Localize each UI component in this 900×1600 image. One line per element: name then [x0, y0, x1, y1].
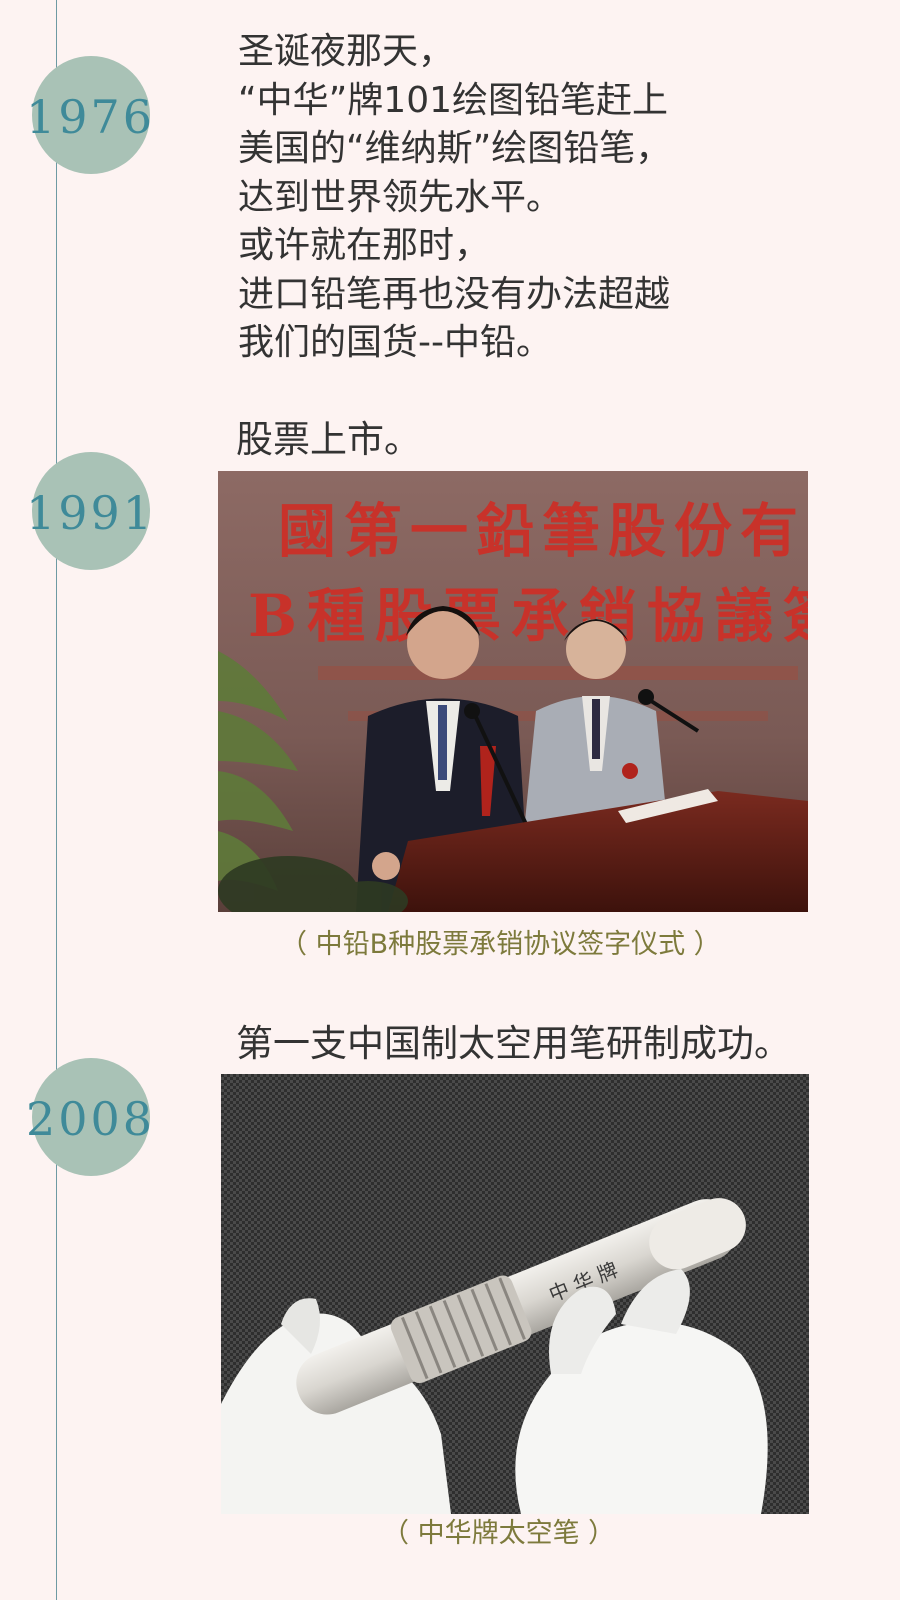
- space-pen-photo: 中华牌: [221, 1074, 809, 1514]
- signing-ceremony-photo: 國第一鉛筆股份有限 B種股票承銷協議簽字: [218, 471, 808, 912]
- milestone-heading-2008: 第一支中国制太空用笔研制成功。: [236, 1022, 791, 1065]
- caption-2008: （ 中华牌太空笔 ）: [382, 1518, 616, 1549]
- caption-1991: （ 中铅B种股票承销协议签字仪式 ）: [280, 929, 721, 960]
- milestone-heading-1991: 股票上市。: [236, 418, 421, 461]
- banner-line-2: B種股票承銷協議簽字: [248, 582, 808, 650]
- milestone-text-1976: 圣诞夜那天， “中华”牌101绘图铅笔赶上 美国的“维纳斯”绘图铅笔， 达到世界…: [238, 31, 672, 363]
- banner-line-1: 國第一鉛筆股份有限: [278, 497, 808, 565]
- timeline-line: [56, 0, 57, 1600]
- year-label-1991: 1991: [26, 486, 156, 540]
- year-label-1976: 1976: [26, 90, 156, 144]
- year-label-2008: 2008: [26, 1092, 156, 1146]
